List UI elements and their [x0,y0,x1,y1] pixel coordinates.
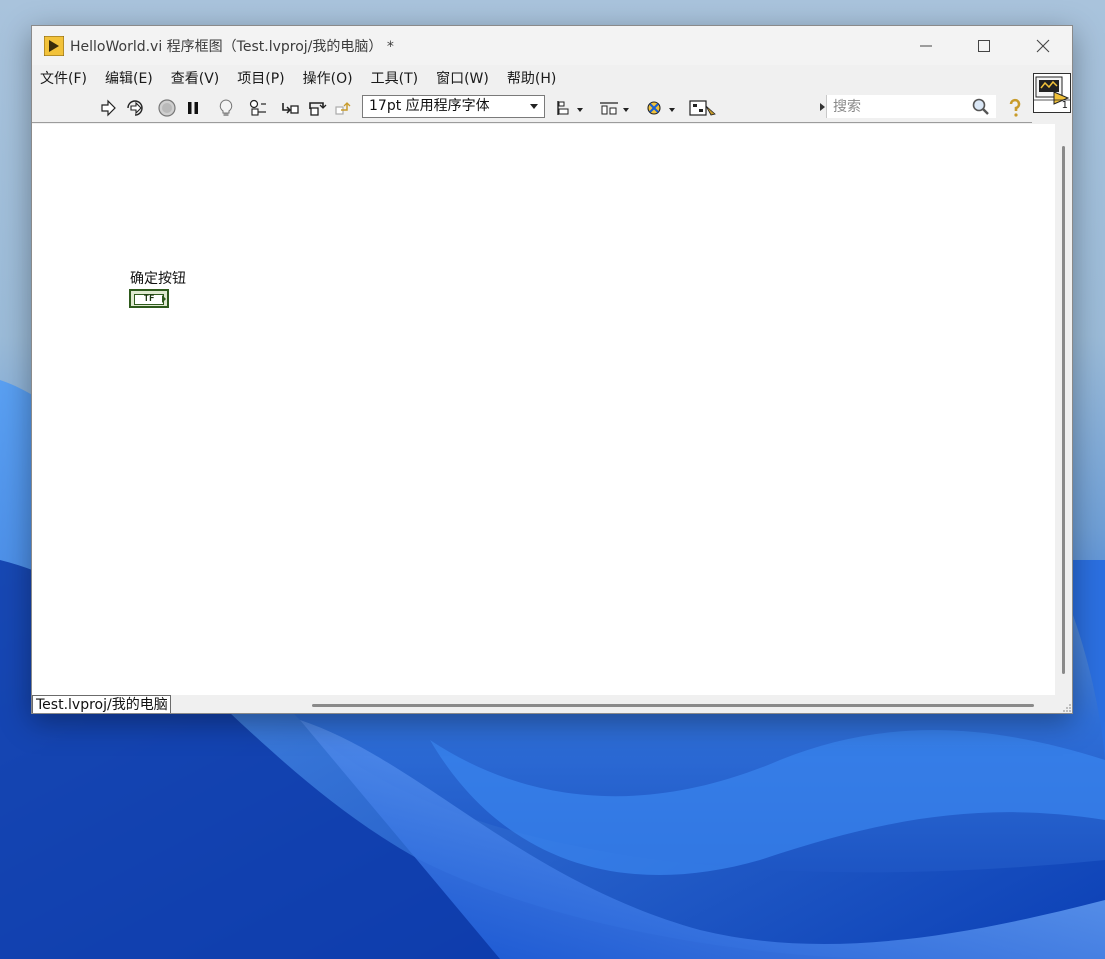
maximize-button[interactable] [955,26,1013,65]
abort-button[interactable] [156,97,178,119]
close-button[interactable] [1014,26,1072,65]
retain-wire-values-icon [249,99,266,116]
menu-operate[interactable]: 操作(O) [294,68,362,88]
resize-grip-icon[interactable] [1062,703,1072,713]
step-out-icon [335,102,351,115]
highlight-execution-button[interactable] [215,97,237,119]
run-arrow-icon [101,99,116,117]
menu-tools[interactable]: 工具(T) [362,68,427,88]
menu-edit[interactable]: 编辑(E) [96,68,162,88]
search-box [826,95,996,118]
reorder-button[interactable] [644,97,678,119]
search-input[interactable] [831,96,955,118]
pause-icon [188,102,198,114]
labview-block-diagram-window: HelloWorld.vi 程序框图（Test.lvproj/我的电脑） * 文… [31,25,1073,714]
block-diagram-canvas[interactable]: 确定按钮 TF [32,124,1055,695]
terminal-type-text: TF [134,294,164,305]
font-select[interactable]: 17pt 应用程序字体 [362,95,545,118]
project-path[interactable]: Test.lvproj/我的电脑 [32,695,171,713]
step-into-icon [282,103,299,114]
window-title: HelloWorld.vi 程序框图（Test.lvproj/我的电脑） * [70,39,394,55]
step-into-button[interactable] [279,97,301,119]
vertical-scrollbar[interactable] [1055,124,1072,695]
font-select-value: 17pt 应用程序字体 [369,98,490,114]
context-help-button[interactable] [1004,97,1026,119]
step-over-button[interactable] [306,97,328,119]
retain-wire-values-button[interactable] [247,97,269,119]
minimize-button[interactable] [897,26,955,65]
search-icon[interactable] [971,97,990,116]
cleanup-diagram-button[interactable] [688,97,718,119]
close-icon [1036,39,1050,52]
align-objects-icon [557,101,583,115]
vertical-scroll-thumb[interactable] [1062,146,1065,674]
status-bar: Test.lvproj/我的电脑 [32,695,1072,713]
menu-window[interactable]: 窗口(W) [427,68,498,88]
step-out-button[interactable] [332,97,354,119]
menu-file[interactable]: 文件(F) [32,68,96,88]
distribute-objects-button[interactable] [598,97,632,119]
menu-help[interactable]: 帮助(H) [498,68,565,88]
horizontal-scroll-thumb[interactable] [312,704,1034,707]
menu-view[interactable]: 查看(V) [162,68,229,88]
step-over-icon [309,102,327,116]
run-continuously-button[interactable] [124,97,146,119]
context-help-icon [1009,98,1021,117]
align-objects-button[interactable] [555,97,587,119]
cleanup-diagram-icon [689,100,716,116]
menu-project[interactable]: 项目(P) [228,68,293,88]
labview-app-icon [44,36,64,56]
distribute-objects-icon [600,102,629,115]
pause-button[interactable] [182,97,204,119]
run-continuously-icon [127,100,143,116]
menu-bar: 文件(F) 编辑(E) 查看(V) 项目(P) 操作(O) 工具(T) 窗口(W… [32,65,1032,91]
terminal-output-arrow-icon [162,295,166,303]
minimize-icon [920,45,932,46]
ok-button-label: 确定按钮 [130,271,186,287]
title-bar[interactable]: HelloWorld.vi 程序框图（Test.lvproj/我的电脑） * [32,26,1072,65]
boolean-terminal[interactable]: TF [129,289,169,308]
connector-pane-number: 1 [1061,100,1068,111]
abort-icon [158,99,176,117]
vi-icon-connector-pane[interactable]: 1 [1033,73,1071,113]
run-button[interactable] [97,97,119,119]
highlight-execution-icon [219,99,233,116]
reorder-icon [647,101,675,115]
maximize-icon [978,39,990,52]
chevron-down-icon [530,104,538,109]
toolbar: 17pt 应用程序字体 [32,91,1032,123]
